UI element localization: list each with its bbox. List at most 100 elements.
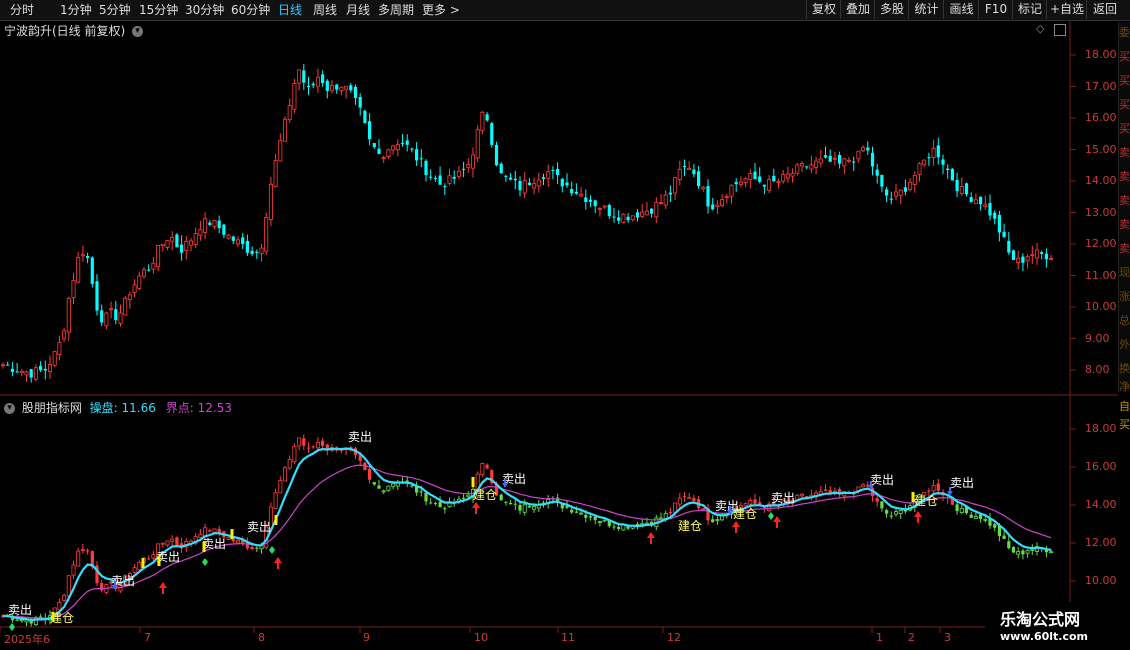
side-label: 现	[1119, 266, 1130, 279]
indicator-candle-body	[546, 498, 551, 504]
main-candle-body	[297, 69, 302, 84]
multi-stock-button[interactable]: 多股	[874, 0, 909, 19]
indicator-candle-body	[597, 521, 602, 523]
indicator-candle-body	[499, 494, 503, 501]
main-candle-body	[748, 173, 753, 180]
period-tab-daily[interactable]: 日线	[278, 2, 302, 18]
main-candle-body	[828, 155, 832, 162]
indicator-panel-title-row: ▾ 股朋指标网 操盘: 11.66 界点: 12.53	[4, 399, 232, 416]
main-candle-body	[950, 168, 954, 181]
adjust-button[interactable]: 复权	[806, 0, 841, 19]
draw-line-button[interactable]: 画线	[943, 0, 979, 19]
main-candle-body	[532, 183, 537, 189]
indicator-candle-body	[15, 619, 19, 621]
indicator-candle-body	[950, 497, 954, 505]
main-candle-body	[203, 218, 208, 233]
mark-button[interactable]: 标记	[1012, 0, 1047, 19]
diamond-icon[interactable]: ◇	[1036, 22, 1044, 35]
indicator-candle-body	[222, 531, 226, 538]
indicator-candle-body	[800, 494, 805, 497]
period-tab-weekly[interactable]: 周线	[313, 2, 337, 18]
indicator-candle-body	[287, 459, 292, 469]
main-candle-body	[198, 229, 203, 236]
main-candle-body	[282, 118, 287, 142]
main-candle-body	[255, 251, 259, 253]
signal-bar-marker	[157, 556, 161, 566]
indicator-candle-body	[870, 487, 875, 497]
main-candle-body	[415, 149, 419, 161]
indicator-candle-body	[104, 584, 109, 593]
buy-arrow-icon	[274, 557, 282, 569]
side-label: 卖	[1119, 218, 1130, 231]
period-tab-fenshi[interactable]: 分时	[10, 2, 34, 18]
indicator-candle-body	[818, 491, 823, 495]
main-candle-body	[57, 342, 62, 355]
period-tab-15min[interactable]: 15分钟	[139, 2, 178, 18]
indicator-candle-body	[866, 484, 870, 487]
indicator-candle-body	[282, 467, 287, 482]
period-tab-5min[interactable]: 5分钟	[99, 2, 131, 18]
side-label: 买	[1119, 122, 1130, 135]
main-candle-body	[1025, 256, 1030, 262]
main-candle-body	[880, 174, 884, 187]
period-tab-monthly[interactable]: 月线	[346, 2, 370, 18]
indicator-candle-body	[814, 492, 819, 498]
indicator-candle-body	[1021, 550, 1025, 555]
overlay-button[interactable]: 叠加	[840, 0, 875, 19]
period-tab-30min[interactable]: 30分钟	[185, 2, 224, 18]
period-tab-60min[interactable]: 60分钟	[231, 2, 270, 18]
main-candle-body	[973, 199, 978, 204]
indicator-chevron-icon[interactable]: ▾	[4, 403, 15, 414]
indicator-candle-body	[579, 512, 584, 515]
main-candle-body	[734, 181, 738, 185]
window-icon[interactable]	[1054, 24, 1066, 36]
indicator-candle-body	[979, 514, 983, 519]
statistics-button[interactable]: 统计	[908, 0, 944, 19]
period-tab-multi[interactable]: 多周期	[378, 2, 414, 18]
main-candle-body	[147, 269, 151, 271]
indicator-candle-body	[560, 503, 564, 509]
indicator-candle-body	[264, 526, 269, 548]
indicator-candle-body	[509, 502, 513, 505]
main-candle-body	[626, 216, 630, 221]
add-watchlist-button[interactable]: +自选	[1046, 0, 1087, 19]
main-y-tick: 15.00	[1085, 143, 1117, 156]
indicator-candle-body	[931, 484, 936, 492]
price-chart-canvas[interactable]: 卖出卖出卖出卖出卖出卖出卖出卖出卖出卖出 卖出建仓建仓建仓建仓建仓	[0, 0, 1130, 650]
indicator-candle-body	[381, 490, 386, 493]
main-candle-body	[682, 165, 687, 168]
indicator-candle-body	[494, 483, 499, 496]
main-candle-body	[335, 84, 339, 90]
main-candle-body	[29, 369, 33, 378]
main-candle-body	[395, 144, 400, 151]
main-candle-body	[100, 310, 104, 323]
sell-signal-label: 卖出	[870, 473, 894, 487]
period-tab-more[interactable]: 更多 >	[422, 2, 460, 18]
indicator-candle-body	[724, 513, 729, 516]
main-candle-body	[795, 164, 800, 174]
main-candle-body	[630, 215, 635, 220]
indicator-candle-body	[395, 482, 400, 487]
indicator-candle-body	[908, 505, 913, 511]
back-button[interactable]: 返回	[1086, 0, 1123, 19]
main-candle-body	[109, 308, 114, 311]
main-candle-body	[95, 281, 99, 311]
stock-title[interactable]: 宁波韵升(日线 前复权)	[4, 24, 125, 38]
main-candle-body	[570, 188, 574, 194]
x-axis-label: 3	[944, 631, 951, 644]
main-y-tick: 8.00	[1085, 363, 1110, 376]
indicator-candle-body	[273, 492, 278, 509]
indicator-candle-body	[198, 533, 203, 539]
chevron-down-icon[interactable]: ▾	[132, 26, 144, 37]
main-candle-body	[438, 175, 442, 185]
indicator-candle-body	[1002, 535, 1006, 539]
main-candle-body	[114, 309, 118, 321]
sell-arrow-icon	[112, 581, 118, 590]
indicator-candle-body	[668, 512, 672, 514]
indicator-name[interactable]: 股朋指标网	[22, 401, 82, 415]
indicator-candle-body	[188, 540, 193, 545]
f10-button[interactable]: F10	[978, 0, 1013, 19]
main-candle-body	[165, 240, 170, 248]
sell-arrow-icon	[502, 479, 508, 488]
period-tab-1min[interactable]: 1分钟	[60, 2, 92, 18]
